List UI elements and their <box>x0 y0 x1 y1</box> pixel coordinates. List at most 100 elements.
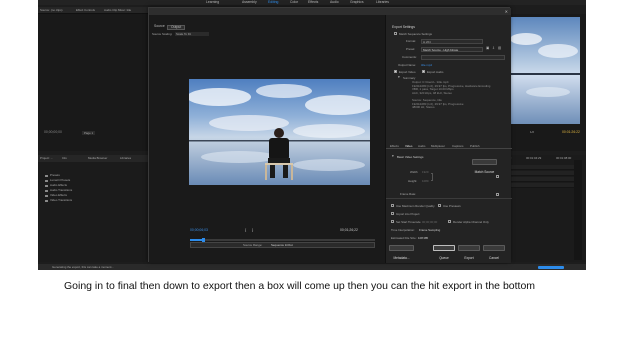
mark-out-icon[interactable]: } <box>252 228 253 232</box>
source-tab-bar: Source: (no clips) Effect Controls Audio… <box>38 7 148 14</box>
export-settings-dialog: Export Settings ✕ Source Output Source S… <box>148 7 512 263</box>
project-tab-bar: Project: ... Info Media Browser Librarie… <box>38 155 148 162</box>
tab-project[interactable]: Project: ... <box>40 157 53 160</box>
tab-audio-clip-mixer[interactable]: Audio Clip Mixer: title <box>104 9 131 12</box>
import-into-project-checkbox[interactable] <box>391 212 394 215</box>
folder-label: Audio Transitions <box>50 188 73 192</box>
preview-transport: 00;00;06;03 { } 00;01;26;22 <box>190 228 375 236</box>
folder-icon <box>45 184 48 187</box>
alpha-only-checkbox[interactable] <box>448 220 451 223</box>
tab-source[interactable]: Source: (no clips) <box>40 9 63 12</box>
height-value[interactable]: 1080 <box>422 180 428 183</box>
use-previews-checkbox[interactable] <box>438 204 441 207</box>
status-progress <box>538 265 564 269</box>
export-video-checkbox[interactable] <box>394 70 397 73</box>
audio-meter <box>574 160 582 260</box>
frame-rate-checkbox[interactable] <box>496 193 499 196</box>
source-range-row: Source Range: Sequence In/Out <box>190 242 375 248</box>
tab-info[interactable]: Info <box>62 157 67 160</box>
current-timecode[interactable]: 00;00;06;03 <box>190 228 208 232</box>
timeline-time-3: 00:01:08:00 <box>556 156 572 160</box>
tab-captions[interactable]: Captions <box>452 144 463 148</box>
cancel-button[interactable]: Cancel <box>483 245 505 260</box>
timeline-time-2: 00:01:04:29 <box>526 156 542 160</box>
tab-publish[interactable]: Publish <box>470 144 479 148</box>
max-render-quality-checkbox[interactable] <box>391 204 394 207</box>
match-source-button[interactable]: Match Source <box>472 159 497 174</box>
folder-label: Video Effects <box>50 193 67 197</box>
metadata-button[interactable]: Metadata... <box>389 245 414 260</box>
match-sequence-checkbox[interactable] <box>394 32 397 35</box>
comments-field[interactable] <box>421 55 505 60</box>
workspace-assembly[interactable]: Assembly <box>242 0 257 4</box>
tab-effects[interactable]: Effects <box>390 144 399 148</box>
workspace-libraries[interactable]: Libraries <box>376 0 389 4</box>
tab-source[interactable]: Source <box>151 24 168 30</box>
workspace-color[interactable]: Color <box>290 0 298 4</box>
tab-multiplexer[interactable]: Multiplexer <box>431 144 445 148</box>
tab-media-browser[interactable]: Media Browser <box>88 157 107 160</box>
preview-scrubber[interactable] <box>190 237 375 243</box>
workspace-effects[interactable]: Effects <box>308 0 318 4</box>
format-select[interactable]: H.264 <box>421 39 483 44</box>
time-interpolation-select[interactable]: Frame Sampling <box>419 228 440 232</box>
tab-output[interactable]: Output <box>167 25 186 30</box>
link-icon <box>431 173 433 181</box>
summary-line: AAC, 320 kbps, 48 kHz, Stereo <box>412 90 453 95</box>
summary-label: Summary <box>403 75 416 80</box>
tab-effect-controls[interactable]: Effect Controls <box>76 9 95 12</box>
width-label: Width: <box>410 170 419 174</box>
export-button[interactable]: Export <box>458 245 480 260</box>
queue-button[interactable]: Queue <box>433 245 455 260</box>
match-sequence-label: Match Sequence Settings <box>399 31 432 36</box>
cancel-button-label: Cancel <box>489 256 499 260</box>
workspace-graphics[interactable]: Graphics <box>350 0 364 4</box>
start-timecode-checkbox[interactable] <box>391 220 394 223</box>
preset-select[interactable]: Match Source - High bitrate <box>421 47 483 52</box>
time-interpolation-label: Time Interpolation: <box>391 227 415 232</box>
folder-label: Video Transitions <box>50 198 73 202</box>
workspace-learning[interactable]: Learning <box>206 0 219 4</box>
format-label: Format: <box>406 39 416 43</box>
delete-preset-icon[interactable]: ▥ <box>498 46 501 50</box>
summary-source-block: Source: Sequence, title 1920x1080 (1.0),… <box>412 98 463 110</box>
import-preset-icon[interactable]: ⇩ <box>492 46 495 50</box>
summary-chevron-icon[interactable]: ▾ <box>398 75 400 79</box>
mark-in-icon[interactable]: { <box>245 228 246 232</box>
start-timecode-value[interactable]: 00;00;00;00 <box>422 220 437 224</box>
basic-video-chevron-icon[interactable]: ▾ <box>392 154 394 158</box>
summary-line: 48000 Hz, Stereo <box>412 105 435 110</box>
source-range-select[interactable]: Sequence In/Out <box>271 244 293 247</box>
folder-icon <box>45 174 48 177</box>
match-source-width-checkbox[interactable] <box>496 175 499 178</box>
source-range-label: Source Range: <box>243 243 263 248</box>
source-scaling-select[interactable]: Scale To Fit <box>175 32 209 36</box>
tab-libraries[interactable]: Libraries <box>120 157 131 160</box>
output-name-label: Output Name: <box>398 63 416 67</box>
folder-icon <box>45 189 48 192</box>
folder-video-transitions[interactable]: Video Transitions <box>45 199 105 203</box>
workspace-editing[interactable]: Editing <box>268 0 278 4</box>
folder-label: Audio Effects <box>50 183 67 187</box>
tab-video[interactable]: Video <box>405 144 412 148</box>
export-audio-checkbox[interactable] <box>422 70 425 73</box>
premiere-screenshot: Learning Assembly Editing Color Effects … <box>38 0 586 270</box>
close-icon[interactable]: ✕ <box>505 8 508 15</box>
workspace-audio[interactable]: Audio <box>330 0 339 4</box>
summary-output-block: Output: C:\Users\...\title.mp4 1920x1080… <box>412 80 490 95</box>
output-name-link[interactable]: title.mp4 <box>421 64 432 67</box>
match-source-button-label: Match Source <box>474 170 495 174</box>
frame-rate-label: Frame Rate: <box>400 192 417 196</box>
tab-audio[interactable]: Audio <box>418 144 425 148</box>
export-preview-image <box>189 79 370 185</box>
export-settings-heading: Export Settings <box>392 25 415 29</box>
workspace-bar: Learning Assembly Editing Color Effects … <box>38 0 586 5</box>
width-value[interactable]: 1920 <box>422 171 428 174</box>
file-size-label: Estimated File Size: <box>391 236 417 240</box>
save-preset-icon[interactable]: ▣ <box>486 46 489 50</box>
source-page-select[interactable]: Page 1 <box>82 131 96 135</box>
dialog-title-bar: Export Settings ✕ <box>149 8 511 22</box>
file-size-value: 108 MB <box>418 236 428 240</box>
program-fit-select[interactable]: 1/2 <box>530 131 534 134</box>
export-settings-panel: Export Settings Match Sequence Settings … <box>385 15 512 263</box>
